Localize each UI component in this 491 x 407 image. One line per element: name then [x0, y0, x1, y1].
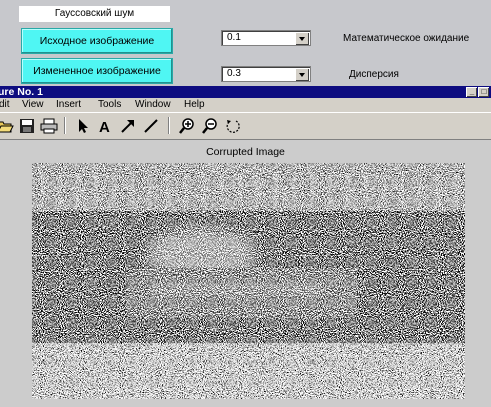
menu-tools[interactable]: Tools	[98, 99, 121, 111]
save-icon[interactable]	[18, 117, 36, 135]
line-icon[interactable]	[142, 117, 160, 135]
maximize-icon[interactable]: □	[478, 87, 489, 97]
figure-toolbar: A	[0, 112, 491, 140]
mean-select-value: 0.1	[227, 32, 241, 43]
zoom-in-icon[interactable]	[178, 117, 196, 135]
text-icon[interactable]: A	[96, 117, 114, 135]
open-folder-icon[interactable]	[0, 117, 14, 135]
svg-text:A: A	[99, 119, 110, 135]
select-arrow-icon[interactable]	[74, 117, 92, 135]
mean-select[interactable]: 0.1	[221, 30, 311, 46]
menu-help[interactable]: Help	[184, 99, 205, 111]
menu-window[interactable]: Window	[135, 99, 171, 111]
variance-select[interactable]: 0.3	[221, 66, 311, 82]
noise-control-panel: Гауссовский шум Исходное изображение Изм…	[0, 0, 491, 86]
figure-menu-bar: dit View Insert Tools Window Help	[0, 98, 491, 112]
minimize-icon[interactable]: _	[466, 87, 477, 97]
modified-image-button[interactable]: Измененное изображение	[21, 58, 173, 84]
chevron-down-icon[interactable]	[295, 68, 309, 81]
rotate-icon[interactable]	[224, 117, 242, 135]
menu-view[interactable]: View	[22, 99, 44, 111]
print-icon[interactable]	[40, 117, 58, 135]
noise-image-canvas	[32, 163, 465, 399]
zoom-out-icon[interactable]	[201, 117, 219, 135]
panel-title: Гауссовский шум	[19, 6, 170, 22]
menu-insert[interactable]: Insert	[56, 99, 81, 111]
toolbar-separator	[168, 117, 170, 134]
toolbar-separator	[64, 117, 66, 134]
corrupted-image	[32, 163, 465, 399]
variance-label: Дисперсия	[349, 69, 399, 80]
chevron-down-icon[interactable]	[295, 32, 309, 45]
menu-edit[interactable]: dit	[0, 99, 10, 111]
variance-select-value: 0.3	[227, 68, 241, 79]
original-image-button[interactable]: Исходное изображение	[21, 28, 173, 54]
arrow-icon[interactable]	[119, 117, 137, 135]
mean-label: Математическое ожидание	[343, 33, 470, 44]
figure-title-bar[interactable]: ure No. 1 _ □	[0, 86, 491, 98]
figure-window-title: ure No. 1	[0, 86, 43, 98]
axes-title: Corrupted Image	[206, 146, 285, 158]
